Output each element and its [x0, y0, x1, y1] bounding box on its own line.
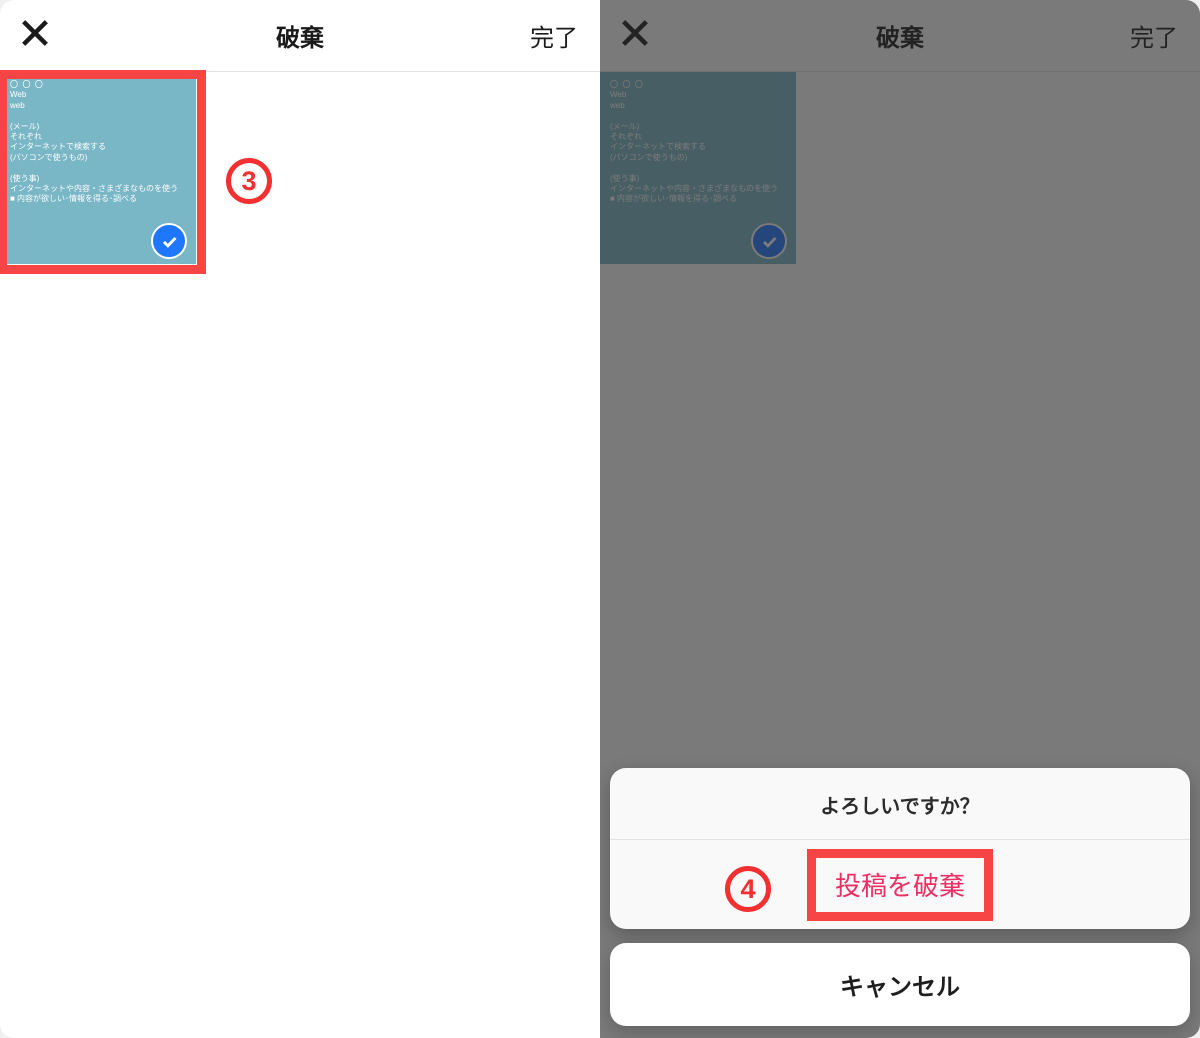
sheet-title: よろしいですか？ [610, 768, 1190, 840]
close-icon[interactable] [18, 16, 52, 55]
left-pane: 破棄 完了 〇 〇 〇 Web web (メール) それぞれ インターネットで検… [0, 0, 600, 1038]
annotation-marker-3: 3 [226, 158, 272, 204]
cancel-button[interactable]: キャンセル [610, 943, 1190, 1026]
action-sheet-zone: よろしいですか？ 投稿を破棄 キャンセル [610, 768, 1190, 1026]
discard-post-button[interactable]: 投稿を破棄 [610, 840, 1190, 929]
left-title: 破棄 [0, 18, 600, 53]
action-sheet: よろしいですか？ 投稿を破棄 [610, 768, 1190, 929]
right-pane: 破棄 完了 〇 〇 〇 Web web (メール) それぞれ インターネットで検… [600, 0, 1200, 1038]
left-header: 破棄 完了 [0, 0, 600, 72]
checkmark-icon[interactable] [151, 223, 187, 259]
discard-post-label: 投稿を破棄 [835, 871, 965, 901]
done-button-left[interactable]: 完了 [530, 18, 578, 53]
thumbnail-area: 〇 〇 〇 Web web (メール) それぞれ インターネットで検索する (パ… [0, 72, 200, 272]
